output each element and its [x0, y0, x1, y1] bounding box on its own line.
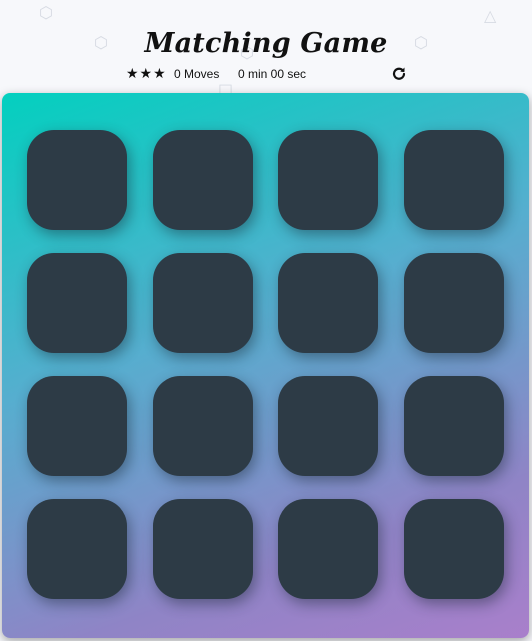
card[interactable]: [278, 130, 378, 230]
card[interactable]: [27, 499, 127, 599]
restart-button[interactable]: [392, 66, 406, 80]
card[interactable]: [278, 499, 378, 599]
game-timer: 0 min 00 sec: [238, 67, 307, 81]
card[interactable]: [153, 499, 253, 599]
card[interactable]: [27, 130, 127, 230]
card[interactable]: [278, 376, 378, 476]
page-title: Matching Game: [144, 28, 388, 60]
card[interactable]: [153, 130, 253, 230]
card-deck: [2, 93, 529, 638]
background-triangle-icon: △: [484, 6, 497, 25]
moves-counter: 0 Moves: [174, 67, 220, 81]
card[interactable]: [404, 376, 504, 476]
card[interactable]: [404, 499, 504, 599]
card[interactable]: [153, 253, 253, 353]
background-hexagon-icon: ⬡: [39, 3, 53, 22]
star-rating-icon: ★★★: [126, 65, 167, 81]
score-panel: ★★★ 0 Moves 0 min 00 sec: [126, 64, 416, 84]
card[interactable]: [27, 376, 127, 476]
card[interactable]: [278, 253, 378, 353]
card[interactable]: [404, 253, 504, 353]
card[interactable]: [404, 130, 504, 230]
card[interactable]: [27, 253, 127, 353]
card[interactable]: [153, 376, 253, 476]
restart-icon: [392, 67, 406, 80]
